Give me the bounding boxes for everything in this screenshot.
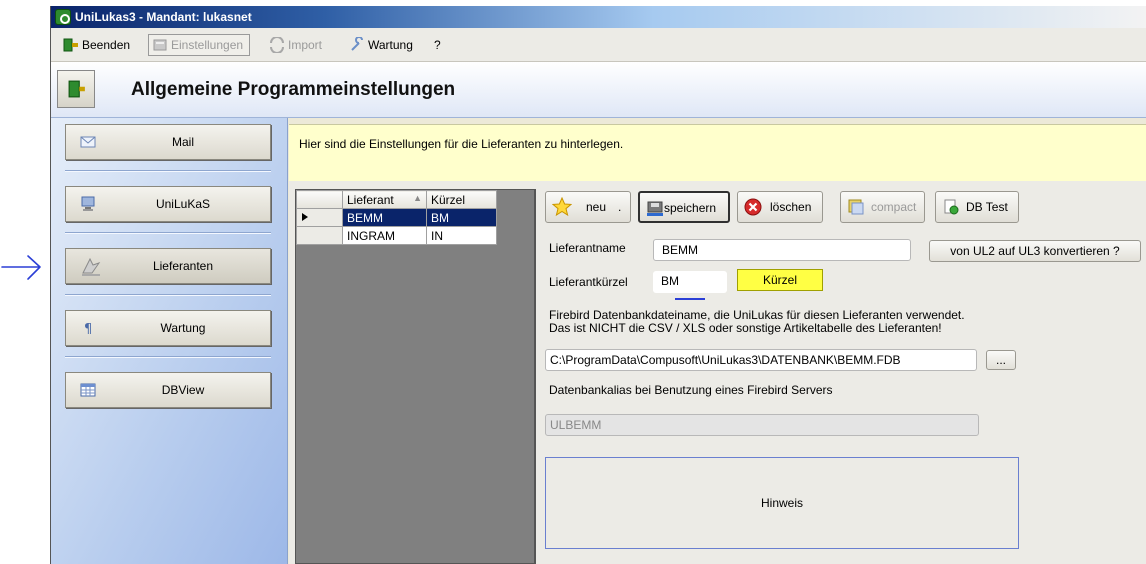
kuerzel-button[interactable]: Kürzel	[737, 269, 823, 291]
menu-einstellungen[interactable]: Einstellungen	[148, 34, 251, 56]
header-exit-button[interactable]	[57, 70, 95, 108]
firebird-hint-line2: Das ist NICHT die CSV / XLS oder sonstig…	[549, 321, 942, 335]
annotation-arrow-icon	[1, 255, 41, 280]
compact-db-icon	[848, 199, 864, 215]
menu-label: Wartung	[368, 38, 413, 52]
save-disk-icon	[647, 201, 663, 216]
table-header-row: Lieferant ▲ Kürzel	[296, 190, 497, 209]
browse-button[interactable]: ...	[986, 350, 1016, 370]
star-icon	[552, 197, 572, 217]
neu-button[interactable]: neu .	[545, 191, 631, 223]
sidebar-item-unilukas[interactable]: UniLuKaS	[65, 186, 271, 222]
speichern-button[interactable]: speichern	[638, 191, 730, 223]
window-title: UniLukas3 - Mandant: lukasnet	[75, 10, 252, 24]
loeschen-button[interactable]: löschen	[737, 191, 823, 223]
supplier-settings-panel: Lieferant ▲ Kürzel BEMM BM INGRAM IN neu…	[289, 181, 1146, 564]
column-header-kuerzel[interactable]: Kürzel	[426, 190, 497, 209]
db-path-field[interactable]: C:\ProgramData\Compusoft\UniLukas3\DATEN…	[545, 349, 977, 371]
table-icon	[80, 383, 96, 397]
svg-text:¶: ¶	[84, 322, 92, 336]
menu-help[interactable]: ?	[427, 34, 448, 56]
menu-label: ?	[434, 38, 441, 52]
import-arrows-icon	[270, 37, 284, 53]
db-test-button[interactable]: DB Test	[935, 191, 1019, 223]
computer-icon	[81, 196, 95, 211]
sidebar-item-label: Mail	[171, 135, 194, 149]
button-label: speichern	[664, 201, 717, 215]
db-test-icon	[944, 199, 959, 215]
sidebar-divider	[65, 356, 271, 358]
page-title: Allgemeine Programmeinstellungen	[131, 79, 456, 100]
cell-lieferant[interactable]: INGRAM	[342, 226, 427, 245]
lieferantkuerzel-field[interactable]: BM	[653, 271, 727, 293]
sort-ascending-icon: ▲	[413, 192, 422, 203]
sidebar-item-dbview[interactable]: DBView	[65, 372, 271, 408]
annotation-underline	[675, 298, 705, 300]
button-label-suffix: .	[618, 200, 622, 214]
sidebar-item-wartung[interactable]: ¶ Wartung	[65, 310, 271, 346]
button-label: löschen	[770, 200, 812, 214]
supplier-table: Lieferant ▲ Kürzel BEMM BM INGRAM IN	[296, 190, 497, 245]
alias-label: Datenbankalias bei Benutzung eines Fireb…	[549, 383, 833, 397]
lieferantkuerzel-label: Lieferantkürzel	[549, 275, 628, 289]
info-banner: Hier sind die Einstellungen für die Lief…	[289, 124, 1146, 181]
unilukas-app-icon	[55, 9, 71, 25]
alias-field[interactable]: ULBEMM	[545, 414, 979, 436]
lieferantname-label: Lieferantname	[549, 241, 626, 255]
sidebar-item-lieferanten[interactable]: Lieferanten	[65, 248, 271, 284]
menu-import[interactable]: Import	[265, 34, 329, 56]
button-label: compact	[871, 200, 917, 214]
hinweis-text: Hinweis	[760, 496, 803, 510]
sidebar: Mail UniLuKaS Lieferanten ¶ Wartung DBVi…	[51, 118, 288, 564]
lieferantname-field[interactable]: BEMM	[653, 239, 911, 261]
cell-kuerzel[interactable]: BM	[426, 208, 497, 227]
info-text: Hier sind die Einstellungen für die Lief…	[299, 137, 624, 151]
column-header-label: Lieferant	[347, 192, 394, 207]
row-header-corner	[296, 190, 343, 209]
cell-lieferant[interactable]: BEMM	[342, 208, 427, 227]
sidebar-item-label: Lieferanten	[152, 259, 214, 273]
title-bar: UniLukas3 - Mandant: lukasnet	[51, 6, 1146, 28]
menu-label: Einstellungen	[171, 38, 244, 52]
firebird-hint-line1: Firebird Datenbankdateiname, die UniLuka…	[549, 308, 965, 322]
menu-label: Import	[288, 38, 323, 52]
button-label: DB Test	[966, 200, 1008, 214]
current-row-arrow-icon	[302, 212, 308, 221]
sidebar-divider	[65, 294, 271, 296]
hinweis-panel: Hinweis	[545, 457, 1019, 549]
menu-bar: Beenden Einstellungen Import Wartung ?	[51, 28, 1146, 62]
menu-beenden[interactable]: Beenden	[59, 34, 137, 56]
application-window: UniLukas3 - Mandant: lukasnet Beenden Ei…	[50, 6, 1146, 564]
paragraph-icon: ¶	[84, 322, 92, 336]
button-label: neu	[586, 200, 607, 214]
menu-label: Beenden	[82, 38, 131, 52]
sidebar-item-label: UniLuKaS	[155, 197, 211, 211]
compact-button[interactable]: compact	[840, 191, 925, 223]
panel-divider	[535, 189, 536, 564]
settings-icon	[153, 39, 167, 51]
row-selector[interactable]	[296, 208, 343, 227]
envelope-icon	[80, 136, 96, 148]
konvertieren-button[interactable]: von UL2 auf UL3 konvertieren ?	[929, 240, 1141, 262]
supplier-grid[interactable]: Lieferant ▲ Kürzel BEMM BM INGRAM IN	[295, 189, 535, 564]
sidebar-divider	[65, 232, 271, 234]
menu-wartung[interactable]: Wartung	[345, 34, 420, 56]
column-header-lieferant[interactable]: Lieferant ▲	[342, 190, 427, 209]
page-header: Allgemeine Programmeinstellungen	[51, 62, 1146, 118]
table-row[interactable]: INGRAM IN	[296, 226, 497, 245]
row-selector[interactable]	[296, 226, 343, 245]
table-row[interactable]: BEMM BM	[296, 208, 497, 227]
exit-door-icon	[68, 80, 85, 98]
wrench-icon	[351, 37, 363, 51]
suppliers-icon	[82, 257, 101, 276]
sidebar-divider	[65, 170, 271, 172]
column-header-label: Kürzel	[431, 192, 466, 207]
cell-kuerzel[interactable]: IN	[426, 226, 497, 245]
sidebar-item-label: Wartung	[160, 321, 206, 335]
exit-door-icon	[63, 38, 78, 52]
sidebar-item-mail[interactable]: Mail	[65, 124, 271, 160]
delete-x-icon	[744, 198, 762, 216]
sidebar-item-label: DBView	[161, 383, 205, 397]
